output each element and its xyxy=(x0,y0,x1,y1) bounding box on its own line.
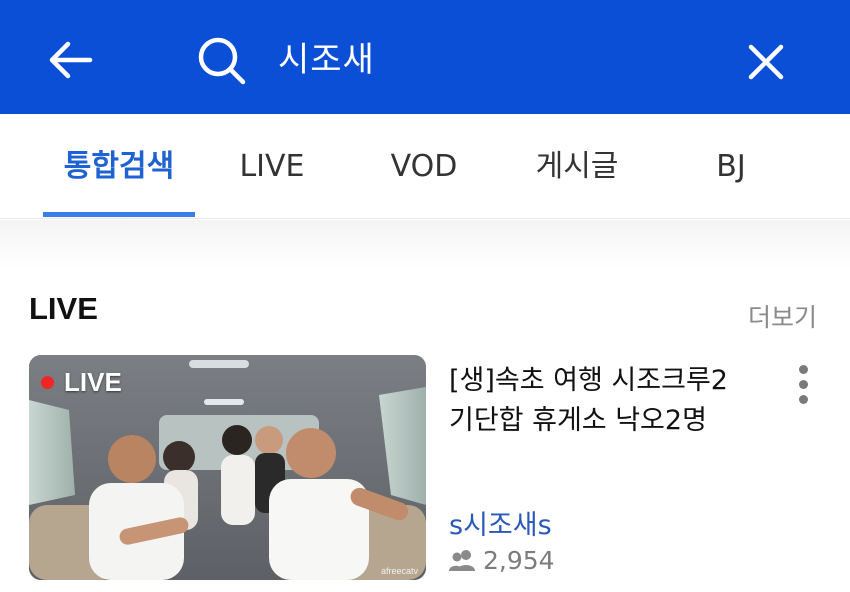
channel-name[interactable]: s시조새s xyxy=(449,503,552,542)
back-arrow-icon xyxy=(49,41,93,79)
watermark: afreecatv xyxy=(380,566,418,576)
close-icon xyxy=(748,44,784,80)
tab-integrated-search[interactable]: 통합검색 xyxy=(43,114,195,219)
active-tab-indicator xyxy=(43,212,195,217)
search-button[interactable] xyxy=(193,32,251,90)
search-icon xyxy=(198,37,246,85)
live-badge: LIVE xyxy=(38,365,122,399)
section-divider xyxy=(0,220,850,270)
back-button[interactable] xyxy=(40,34,100,86)
tab-bj[interactable]: BJ xyxy=(695,114,767,219)
live-badge-label: LIVE xyxy=(64,367,122,397)
more-options-button[interactable] xyxy=(788,362,822,408)
search-header: 시조새 xyxy=(0,0,850,114)
kebab-dot xyxy=(799,380,808,389)
viewer-count-value: 2,954 xyxy=(483,546,555,575)
kebab-dot xyxy=(799,365,808,374)
section-title: LIVE xyxy=(29,291,98,326)
tab-live[interactable]: LIVE xyxy=(222,114,322,219)
broadcast-title-line-2: 기단합 휴게소 낙오2명 xyxy=(449,405,707,436)
broadcast-title[interactable]: [생]속초 여행 시조크루2 기단합 휴게소 낙오2명 xyxy=(449,361,779,441)
live-thumbnail[interactable]: LIVE afreecatv xyxy=(29,355,426,580)
search-query[interactable]: 시조새 xyxy=(278,38,375,82)
clear-search-button[interactable] xyxy=(740,36,792,88)
tab-posts[interactable]: 게시글 xyxy=(522,114,632,219)
kebab-dot xyxy=(799,395,808,404)
live-dot-icon xyxy=(41,376,54,389)
viewer-count: 2,954 xyxy=(449,545,555,577)
viewers-icon xyxy=(449,550,475,571)
result-tabs: 통합검색 LIVE VOD 게시글 BJ xyxy=(0,114,850,219)
tab-vod[interactable]: VOD xyxy=(378,114,470,219)
broadcast-title-line-1: [생]속초 여행 시조크루2 xyxy=(449,365,728,396)
more-link[interactable]: 더보기 xyxy=(748,298,817,334)
